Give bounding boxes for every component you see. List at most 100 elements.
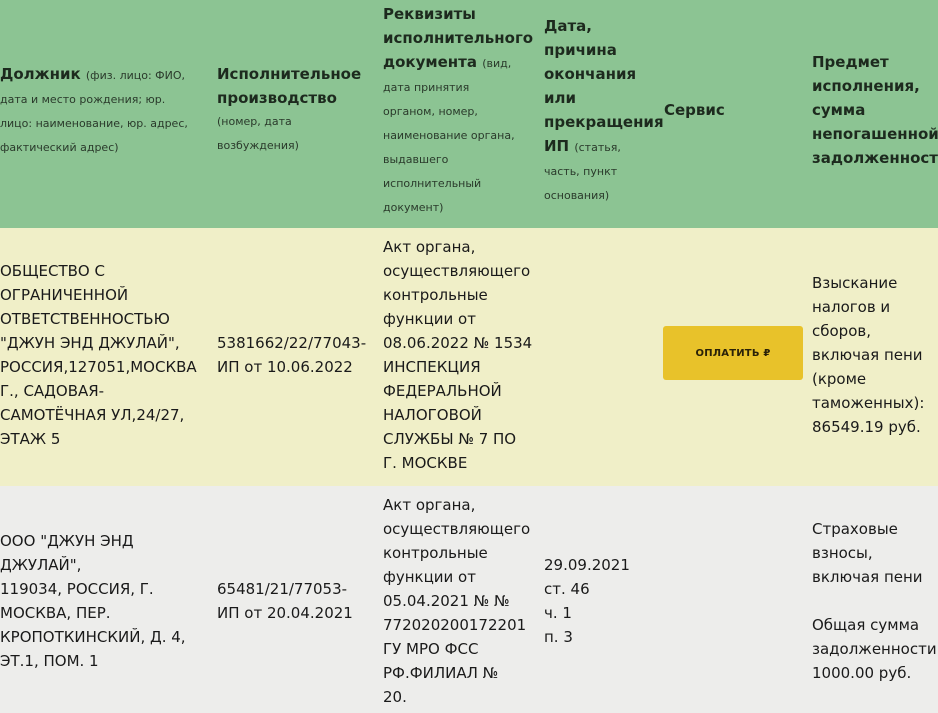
- header-debtor-sub: фактический адрес): [0, 141, 119, 154]
- cell-line: САМОТЁЧНАЯ УЛ,24/27,: [0, 406, 185, 424]
- cell-line: контрольные: [383, 286, 488, 304]
- cell-line: [812, 589, 938, 613]
- header-proceeding-title: Исполнительное: [217, 65, 362, 83]
- cell-line: Общая сумма: [812, 616, 920, 634]
- header-end-sub: часть, пункт: [544, 165, 618, 178]
- cell-line: ч. 1: [544, 604, 572, 622]
- cell-line: 08.06.2022 № 1534: [383, 334, 533, 352]
- cell-line: Г., САДОВАЯ-: [0, 382, 105, 400]
- cell-line: п. 3: [544, 628, 573, 646]
- cell-line: взносы,: [812, 544, 873, 562]
- header-debtor: Должник (физ. лицо: ФИО, дата и место ро…: [0, 62, 212, 160]
- row-debtor: ООО "ДЖУН ЭНД ДЖУЛАЙ", 119034, РОССИЯ, Г…: [0, 529, 214, 673]
- header-end-sub: (статья,: [574, 141, 621, 154]
- header-subject-title: непогашенной: [812, 125, 938, 143]
- cell-line: ОТВЕТСТВЕННОСТЬЮ: [0, 310, 170, 328]
- row-proceeding: 5381662/22/77043- ИП от 10.06.2022: [217, 331, 382, 379]
- cell-line: осуществляющего: [383, 520, 531, 538]
- cell-line: осуществляющего: [383, 262, 531, 280]
- header-end: Дата, причина окончания или прекращения …: [544, 14, 664, 208]
- cell-line: включая пени: [812, 568, 923, 586]
- cell-line: 65481/21/77053-: [217, 580, 348, 598]
- header-end-title: Дата,: [544, 17, 592, 35]
- cell-line: ФЕДЕРАЛЬНОЙ: [383, 382, 502, 400]
- header-requisites: Реквизиты исполнительного документа (вид…: [383, 2, 543, 220]
- table-row: ООО "ДЖУН ЭНД ДЖУЛАЙ", 119034, РОССИЯ, Г…: [0, 486, 938, 713]
- header-end-title: ИП: [544, 137, 570, 155]
- header-subject-title: сумма: [812, 101, 866, 119]
- header-debtor-sub: дата и место рождения; юр.: [0, 93, 166, 106]
- cell-line: Взыскание: [812, 274, 898, 292]
- cell-line: ЭТАЖ 5: [0, 430, 61, 448]
- cell-line: 20.: [383, 688, 407, 706]
- row-document: Акт органа, осуществляющего контрольные …: [383, 235, 543, 475]
- header-proceeding-sub: (номер, дата: [217, 115, 292, 128]
- cell-line: сборов,: [812, 322, 871, 340]
- cell-line: Акт органа,: [383, 238, 476, 256]
- header-requisites-sub: (вид,: [482, 57, 512, 70]
- cell-line: Г. МОСКВЕ: [383, 454, 468, 472]
- cell-line: НАЛОГОВОЙ: [383, 406, 482, 424]
- cell-line: налогов и: [812, 298, 891, 316]
- header-end-title: или: [544, 89, 577, 107]
- cell-line: включая пени: [812, 346, 923, 364]
- pay-button-label: ОПЛАТИТЬ ₽: [695, 347, 771, 359]
- cell-line: задолженности: [812, 640, 937, 658]
- header-requisites-sub: исполнительный: [383, 177, 482, 190]
- cell-line: 772020200172201: [383, 616, 527, 634]
- header-debtor-title: Должник: [0, 65, 81, 83]
- cell-line: ООО "ДЖУН ЭНД: [0, 532, 134, 550]
- cell-line: ОБЩЕСТВО С: [0, 262, 105, 280]
- header-requisites-sub: выдавшего: [383, 153, 449, 166]
- header-debtor-sub: (физ. лицо: ФИО,: [85, 69, 186, 82]
- header-requisites-sub: дата принятия: [383, 81, 470, 94]
- header-subject-title: задолженности: [812, 149, 938, 167]
- cell-line: функции от: [383, 310, 476, 328]
- cell-line: ИП от 20.04.2021: [217, 604, 353, 622]
- header-requisites-sub: органом, номер,: [383, 105, 478, 118]
- row-subject: Взыскание налогов и сборов, включая пени…: [812, 271, 938, 439]
- header-proceeding-sub: возбуждения): [217, 139, 299, 152]
- row-proceeding: 65481/21/77053- ИП от 20.04.2021: [217, 577, 382, 625]
- header-requisites-sub: документ): [383, 201, 444, 214]
- cell-line: 86549.19 руб.: [812, 418, 921, 436]
- header-requisites-sub: наименование органа,: [383, 129, 515, 142]
- cell-line: "ДЖУН ЭНД ДЖУЛАЙ",: [0, 334, 180, 352]
- cell-line: 05.04.2021 № №: [383, 592, 510, 610]
- header-requisites-title: Реквизиты: [383, 5, 476, 23]
- header-proceeding-title: производство: [217, 89, 337, 107]
- header-service: Сервис: [664, 98, 804, 122]
- row-debtor: ОБЩЕСТВО С ОГРАНИЧЕННОЙ ОТВЕТСТВЕННОСТЬЮ…: [0, 259, 214, 451]
- pay-button[interactable]: ОПЛАТИТЬ ₽: [663, 326, 803, 380]
- cell-line: РФ.ФИЛИАЛ №: [383, 664, 499, 682]
- header-service-title: Сервис: [664, 101, 725, 119]
- row-subject: Страховые взносы, включая пени Общая сум…: [812, 517, 938, 685]
- cell-line: МОСКВА, ПЕР.: [0, 604, 111, 622]
- row-document: Акт органа, осуществляющего контрольные …: [383, 493, 543, 709]
- header-end-title: причина: [544, 41, 617, 59]
- cell-line: контрольные: [383, 544, 488, 562]
- cell-line: 29.09.2021: [544, 556, 630, 574]
- table-header: Должник (физ. лицо: ФИО, дата и место ро…: [0, 0, 938, 228]
- cell-line: ГУ МРО ФСС: [383, 640, 479, 658]
- header-subject-title: Предмет: [812, 53, 889, 71]
- table-row: ОБЩЕСТВО С ОГРАНИЧЕННОЙ ОТВЕТСТВЕННОСТЬЮ…: [0, 228, 938, 486]
- header-end-sub: основания): [544, 189, 610, 202]
- cell-line: Страховые: [812, 520, 898, 538]
- cell-line: функции от: [383, 568, 476, 586]
- cell-line: 119034, РОССИЯ, Г.: [0, 580, 154, 598]
- header-subject: Предмет исполнения, сумма непогашенной з…: [812, 50, 938, 170]
- header-debtor-sub: лицо: наименование, юр. адрес,: [0, 117, 188, 130]
- header-requisites-title: документа: [383, 53, 477, 71]
- header-subject-title: исполнения,: [812, 77, 920, 95]
- cell-line: ЭТ.1, ПОМ. 1: [0, 652, 99, 670]
- cell-line: ИП от 10.06.2022: [217, 358, 353, 376]
- cell-line: ОГРАНИЧЕННОЙ: [0, 286, 129, 304]
- header-end-title: прекращения: [544, 113, 664, 131]
- cell-line: (кроме: [812, 370, 867, 388]
- header-requisites-title: исполнительного: [383, 29, 534, 47]
- cell-line: 1000.00 руб.: [812, 664, 912, 682]
- cell-line: КРОПОТКИНСКИЙ, Д. 4,: [0, 628, 186, 646]
- cell-line: СЛУЖБЫ № 7 ПО: [383, 430, 517, 448]
- cell-line: РОССИЯ,127051,МОСКВА: [0, 358, 197, 376]
